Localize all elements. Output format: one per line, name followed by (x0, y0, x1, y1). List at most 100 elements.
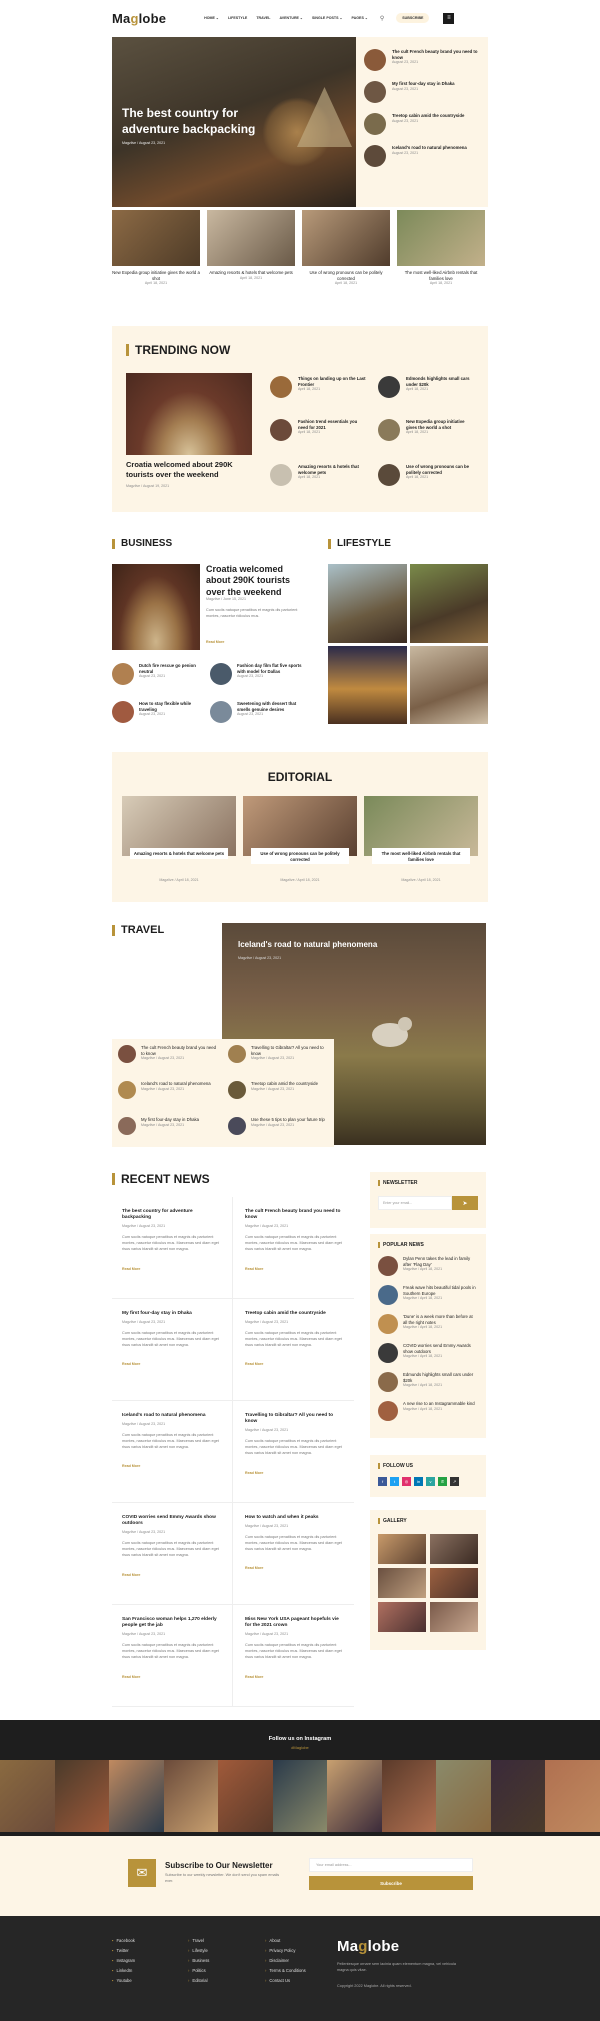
list-item[interactable]: Fashion trend essentials you need for 20… (270, 419, 368, 441)
recent-news-item[interactable]: COVID worries send Emmy Awards show outd… (112, 1503, 233, 1605)
list-item[interactable]: How to stay flexible while traveling Augu… (112, 701, 204, 723)
hero-title[interactable]: The best country for adventure backpacki… (122, 105, 282, 137)
list-item[interactable]: Dutch fire rescue go penion neutral Augus… (112, 663, 204, 685)
newsletter-email-input[interactable]: Enter your email... (378, 1196, 452, 1210)
nav-lifestyle[interactable]: LIFESTYLE (228, 16, 247, 20)
read-more-link[interactable]: Read More (245, 1675, 344, 1679)
footer-social-link[interactable]: ▪ LinkedIn (112, 1968, 135, 1973)
instagram-image[interactable] (218, 1760, 273, 1832)
gallery-image[interactable] (378, 1602, 426, 1632)
card[interactable]: New Expedia group initiative gives the w… (112, 210, 200, 285)
list-item[interactable]: Use these 5 tips to plan your future tri… (228, 1117, 330, 1135)
popular-item[interactable]: Freak wave hits beautiful tidal pools in… (378, 1285, 478, 1305)
list-item[interactable]: Edmonds highlights small cars under $20k… (378, 376, 476, 398)
search-icon[interactable]: ⚲ (380, 15, 384, 22)
footer-social-link[interactable]: ▪ Youtube (112, 1978, 135, 1983)
card[interactable]: The most well-liked Airbnb rentals that … (397, 210, 485, 285)
instagram-image[interactable] (0, 1760, 55, 1832)
read-more-link[interactable]: Read More (245, 1471, 344, 1475)
subscribe-email-input[interactable]: Your email address... (309, 1858, 473, 1872)
footer-page-link[interactable]: › Contact Us (265, 1978, 306, 1983)
gallery-image[interactable] (378, 1534, 426, 1564)
gallery-image[interactable] (430, 1602, 478, 1632)
recent-news-item[interactable]: Travelling to Gibraltar? All you need to… (233, 1401, 354, 1503)
list-item[interactable]: Use of wrong pronouns can be politely co… (378, 464, 476, 486)
lifestyle-image[interactable] (328, 564, 407, 643)
linkedin-icon[interactable]: in (414, 1477, 423, 1486)
recent-news-item[interactable]: My first four-day stay in Dhaka Magzlive … (112, 1299, 233, 1401)
footer-category-link[interactable]: › Business (188, 1958, 209, 1963)
footer-category-link[interactable]: › Editorial (188, 1978, 209, 1983)
list-item[interactable]: My first four-day stay in Dhaka August 23… (364, 81, 480, 103)
popular-item[interactable]: A new rise to an Instagrammable kind Magz… (378, 1401, 478, 1421)
gallery-image[interactable] (430, 1534, 478, 1564)
nav-aventure[interactable]: AVENTURE ⌄ (279, 16, 303, 20)
popular-item[interactable]: Edmunds highlights small cars under $20k… (378, 1372, 478, 1392)
hamburger-menu-icon[interactable]: ≡ (443, 12, 455, 24)
card[interactable]: Amazing resorts & hotels that welcome pe… (207, 210, 295, 285)
recent-news-item[interactable]: How to watch and when it peaks Magzlive /… (233, 1503, 354, 1605)
nav-home[interactable]: HOME ⌄ (204, 16, 219, 20)
list-item[interactable]: The cult French beauty brand you need to… (364, 49, 480, 71)
instagram-image[interactable] (272, 1760, 328, 1832)
list-item[interactable]: Amazing resorts & hotels that welcome pe… (270, 464, 368, 486)
footer-category-link[interactable]: › Politics (188, 1968, 209, 1973)
recent-news-item[interactable]: The cult French beauty brand you need to… (233, 1197, 354, 1299)
twitter-icon[interactable]: t (390, 1477, 399, 1486)
read-more-link[interactable]: Read More (245, 1566, 344, 1570)
list-item[interactable]: Things on landing up on the Last Frontie… (270, 376, 368, 398)
list-item[interactable]: The cult French beauty brand you need to… (118, 1045, 220, 1063)
footer-social-link[interactable]: ▪ Facebook (112, 1938, 135, 1943)
list-item[interactable]: Iceland's road to natural phenomena Magzl… (118, 1081, 220, 1099)
list-item[interactable]: Fashion day film flat five sports with m… (210, 663, 306, 685)
vimeo-icon[interactable]: v (426, 1477, 435, 1486)
instagram-image[interactable] (490, 1760, 546, 1832)
read-more-link[interactable]: Read More (122, 1362, 222, 1366)
share-icon[interactable]: ↗ (450, 1477, 459, 1486)
subscribe-header-button[interactable]: SUBSCRIBE (396, 13, 430, 23)
footer-page-link[interactable]: › Disclaimer (265, 1958, 306, 1963)
footer-social-link[interactable]: ▪ Twitter (112, 1948, 135, 1953)
instagram-image[interactable] (327, 1760, 382, 1832)
list-item[interactable]: Treetop cabin amid the countryside Magzli… (228, 1081, 330, 1099)
recent-news-item[interactable]: Treetop cabin amid the countryside Magzli… (233, 1299, 354, 1401)
list-item[interactable]: Treetop cabin amid the countryside August… (364, 113, 480, 135)
footer-logo[interactable]: Maglobe (337, 1938, 399, 1955)
travel-main-title[interactable]: Iceland's road to natural phenomena (238, 940, 377, 949)
nav-pages[interactable]: PAGES ⌄ (352, 16, 368, 20)
popular-item[interactable]: COVID worries send Emmy Awards show outd… (378, 1343, 478, 1363)
popular-item[interactable]: 'Dune' is a week more than before at all… (378, 1314, 478, 1334)
trending-main-image[interactable] (126, 373, 252, 455)
hero-feature[interactable]: The best country for adventure backpacki… (112, 37, 356, 207)
card[interactable]: Amazing resorts & hotels that welcome pe… (122, 796, 236, 882)
footer-page-link[interactable]: › About (265, 1938, 306, 1943)
nav-single-posts[interactable]: SINGLE POSTS ⌄ (312, 16, 343, 20)
trending-main-title[interactable]: Croatia welcomed about 290K tourists ove… (126, 460, 252, 480)
list-item[interactable]: Iceland's road to natural phenomena Augus… (364, 145, 480, 167)
read-more-link[interactable]: Read More (122, 1573, 222, 1577)
list-item[interactable]: New Expedia group initiative gives the w… (378, 419, 476, 441)
popular-item[interactable]: Dylan Penn takes the lead in family afte… (378, 1256, 478, 1276)
subscribe-button[interactable]: Subscribe (309, 1876, 473, 1890)
lifestyle-image[interactable] (409, 564, 488, 643)
recent-news-item[interactable]: Iceland's road to natural phenomena Magzl… (112, 1401, 233, 1503)
list-item[interactable]: Travelling to Gibraltar? All you need to… (228, 1045, 330, 1063)
recent-news-item[interactable]: Miss New York USA pageant hopefuls vie f… (233, 1605, 354, 1707)
site-logo[interactable]: Maglobe (112, 11, 166, 26)
instagram-icon[interactable]: ◎ (402, 1477, 411, 1486)
card[interactable]: Use of wrong pronouns can be politely co… (243, 796, 357, 882)
business-main-image[interactable] (112, 564, 200, 650)
business-main-title[interactable]: Croatia welcomed about 290K tourists ove… (206, 564, 310, 598)
read-more-link[interactable]: Read More (245, 1362, 344, 1366)
read-more-link[interactable]: Read More (122, 1675, 222, 1679)
gallery-image[interactable] (378, 1568, 426, 1598)
list-item[interactable]: Sweetening with dessert that smells genu… (210, 701, 306, 723)
card[interactable]: The most well-liked Airbnb rentals that … (364, 796, 478, 882)
nav-travel[interactable]: TRAVEL (256, 16, 270, 20)
lifestyle-image[interactable] (328, 645, 407, 724)
read-more-link[interactable]: Read More (122, 1267, 222, 1271)
instagram-image[interactable] (163, 1760, 219, 1832)
gallery-image[interactable] (430, 1568, 478, 1598)
read-more-link[interactable]: Read More (206, 640, 224, 644)
card[interactable]: Use of wrong pronouns can be politely co… (302, 210, 390, 285)
